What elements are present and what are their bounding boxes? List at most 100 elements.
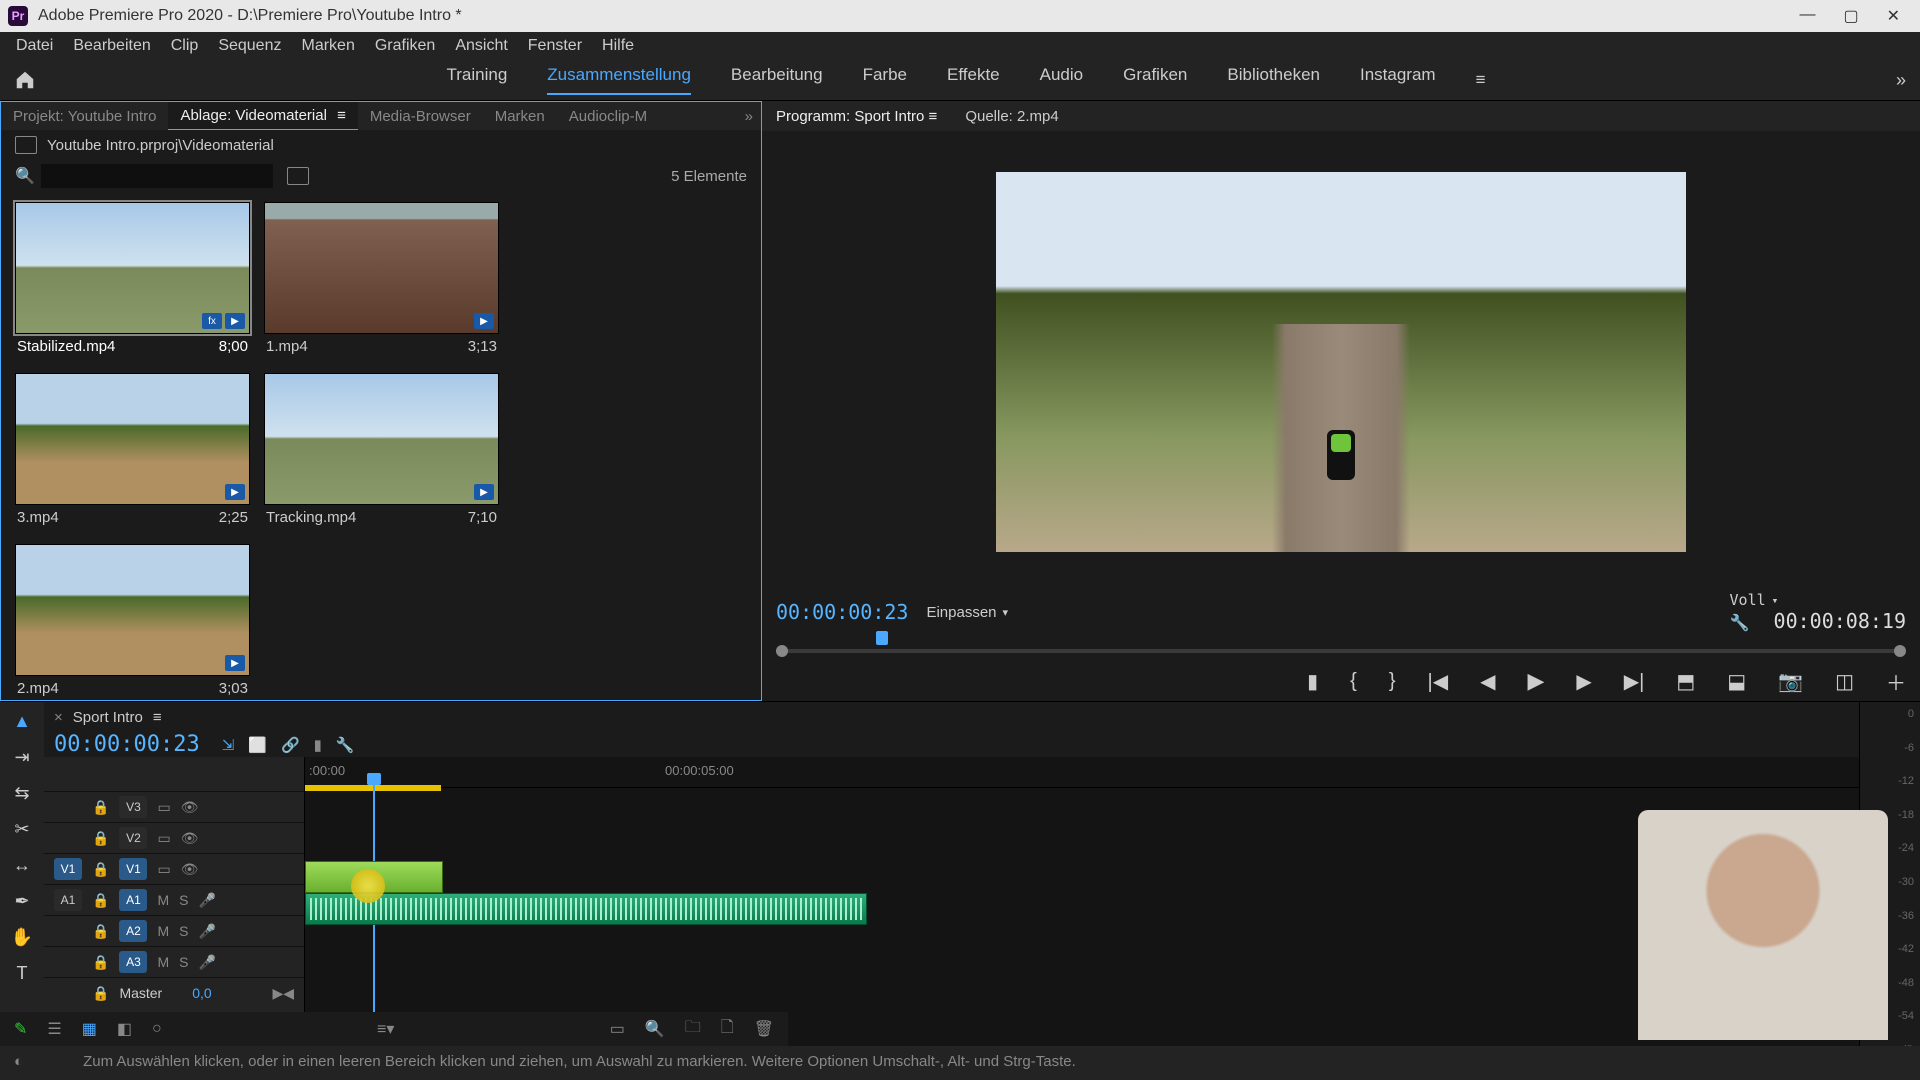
zoom-slider-icon[interactable]: ○ [152,1020,162,1038]
program-tab[interactable]: Programm: Sport Intro ≡ [762,103,951,130]
menu-marken[interactable]: Marken [291,33,364,59]
program-timecode[interactable]: 00:00:00:23 [776,600,908,624]
panel-tab[interactable]: Projekt: Youtube Intro [1,103,168,130]
audio-track-header[interactable]: 🔒A2MS🎤 [44,915,304,946]
media-item[interactable]: ▶1.mp43;13 [264,202,499,359]
automate-icon[interactable]: ▭ [610,1019,625,1039]
wrench-icon[interactable]: 🔧 [336,736,355,754]
search-input[interactable] [41,164,273,188]
workspace-audio[interactable]: Audio [1040,65,1083,95]
settings-icon[interactable]: 🔧 [1730,613,1750,632]
timeline-timecode[interactable]: 00:00:00:23 [54,732,200,757]
button-editor-icon[interactable]: ＋ [1886,667,1906,696]
workspace-grafiken[interactable]: Grafiken [1123,65,1187,95]
fit-dropdown[interactable]: Einpassen [926,604,1008,621]
time-ruler[interactable]: :00:00 00:00:05:00 [305,757,1859,788]
workspace-bibliotheken[interactable]: Bibliotheken [1227,65,1320,95]
panel-tab[interactable]: Ablage: Videomaterial ≡ [168,102,357,130]
ripple-tool[interactable]: ⇆ [9,780,35,806]
step-back-button[interactable]: ◀ [1480,669,1495,694]
slip-tool[interactable]: ↔ [9,852,35,878]
menu-bearbeiten[interactable]: Bearbeiten [63,33,160,59]
extract-button[interactable]: ⬓ [1727,669,1746,694]
find-icon[interactable]: 🔍 [645,1019,665,1039]
play-button[interactable]: ▶ [1527,668,1544,694]
media-item[interactable]: fx▶Stabilized.mp48;00 [15,202,250,359]
menu-sequenz[interactable]: Sequenz [208,33,291,59]
search-icon[interactable]: 🔍 [15,166,35,186]
step-fwd-button[interactable]: ▶ [1576,669,1591,694]
audio-track-header[interactable]: 🔒A3MS🎤 [44,946,304,977]
workspace-instagram[interactable]: Instagram [1360,65,1436,95]
tabs-overflow-icon[interactable]: » [737,108,761,125]
media-item[interactable]: ▶2.mp43;03 [15,544,250,701]
go-prev-edit-button[interactable]: |◀ [1428,669,1449,694]
media-item[interactable]: ▶Tracking.mp47;10 [264,373,499,530]
menu-ansicht[interactable]: Ansicht [445,33,517,59]
new-bin-icon[interactable] [287,167,309,185]
close-sequence-icon[interactable]: × [54,709,63,726]
compare-button[interactable]: ◫ [1835,669,1854,694]
lift-button[interactable]: ⬒ [1676,669,1695,694]
workspace-training[interactable]: Training [446,65,507,95]
mark-in-button[interactable]: ▮ [1307,669,1318,694]
pencil-icon[interactable]: ✎ [14,1019,27,1039]
panel-tab[interactable]: Audioclip-M [557,103,659,130]
freeform-view-icon[interactable]: ◧ [117,1019,132,1039]
type-tool[interactable]: T [9,960,35,986]
video-track-header[interactable]: 🔒V3▭👁 [44,791,304,822]
audio-clip[interactable] [305,893,867,925]
snap-icon[interactable]: ⬜ [248,736,267,754]
menu-datei[interactable]: Datei [6,33,63,59]
video-track-header[interactable]: 🔒V2▭👁 [44,822,304,853]
maximize-button[interactable]: ▢ [1843,6,1858,26]
panel-tab[interactable]: Marken [483,103,557,130]
playhead-handle[interactable] [876,631,888,645]
pen-tool[interactable]: ✒ [9,888,35,914]
go-next-edit-button[interactable]: ▶| [1624,669,1645,694]
menu-grafiken[interactable]: Grafiken [365,33,445,59]
mark-inset-r-button[interactable]: } [1389,670,1396,693]
trash-icon[interactable]: 🗑 [754,1019,774,1039]
close-button[interactable]: ✕ [1887,6,1900,26]
menu-hilfe[interactable]: Hilfe [592,33,644,59]
bin-icon[interactable] [15,136,37,154]
workspace-bar: Training Zusammenstellung Bearbeitung Farbe… [0,60,1920,101]
linked-selection-icon[interactable]: 🔗 [281,736,300,754]
selection-tool[interactable]: ▲ [9,708,35,734]
more-workspaces-icon[interactable]: » [1896,70,1906,91]
quality-dropdown[interactable]: Voll [1730,591,1876,609]
insert-mode-icon[interactable]: ⇲ [222,736,235,754]
snapshot-button[interactable]: 📷 [1778,669,1803,694]
sequence-name[interactable]: Sport Intro [73,709,143,726]
hand-tool[interactable]: ✋ [9,924,35,950]
mark-inset-l-button[interactable]: { [1350,670,1357,693]
panel-tab[interactable]: Media-Browser [358,103,483,130]
workspace-zusammenstellung[interactable]: Zusammenstellung [547,65,691,95]
panel-menu-icon[interactable]: ≡ [153,709,162,726]
media-item[interactable]: ▶3.mp42;25 [15,373,250,530]
workspace-bearbeitung[interactable]: Bearbeitung [731,65,823,95]
audio-track-header[interactable]: A1🔒A1MS🎤 [44,884,304,915]
video-track-header[interactable]: V1🔒V1▭👁 [44,853,304,884]
program-preview[interactable] [762,131,1920,593]
home-icon[interactable] [14,69,36,91]
menu-fenster[interactable]: Fenster [518,33,592,59]
new-item-icon[interactable]: 🗋 [721,1016,734,1043]
workspace-farbe[interactable]: Farbe [863,65,907,95]
master-track-header[interactable]: 🔒Master0,0▶◀ [44,977,304,1008]
list-view-icon[interactable]: ☰ [47,1019,61,1039]
workspace-effekte[interactable]: Effekte [947,65,1000,95]
sort-icon[interactable]: ≡▾ [377,1019,394,1039]
workspace-options-icon[interactable]: ≡ [1476,70,1486,90]
new-bin-footer-icon[interactable]: 🗀 [685,1016,701,1043]
track-select-tool[interactable]: ⇥ [9,744,35,770]
runner-figure [1327,430,1355,480]
menu-clip[interactable]: Clip [161,33,209,59]
marker-icon[interactable]: ▮ [314,736,322,754]
program-scrubber[interactable] [776,631,1906,661]
razor-tool[interactable]: ✂ [9,816,35,842]
program-tab[interactable]: Quelle: 2.mp4 [951,103,1072,130]
minimize-button[interactable]: — [1799,6,1815,26]
icon-view-icon[interactable]: ▦ [82,1019,97,1039]
